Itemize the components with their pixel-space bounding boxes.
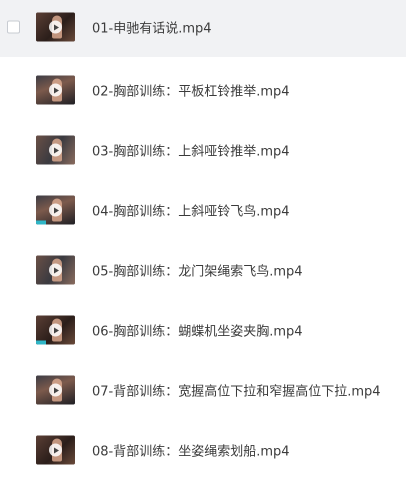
list-item[interactable]: 04-胸部训练：上斜哑铃飞鸟.mp4 — [0, 180, 406, 240]
file-name: 05-胸部训练：龙门架绳索飞鸟.mp4 — [92, 264, 303, 280]
video-thumbnail-icon — [36, 75, 75, 105]
video-thumbnail-icon — [36, 255, 75, 285]
file-name: 03-胸部训练：上斜哑铃推举.mp4 — [92, 144, 290, 160]
file-name: 08-背部训练：坐姿绳索划船.mp4 — [92, 444, 290, 460]
file-name: 02-胸部训练：平板杠铃推举.mp4 — [92, 84, 290, 100]
video-thumbnail-icon — [36, 435, 75, 465]
list-item[interactable]: 08-背部训练：坐姿绳索划船.mp4 — [0, 420, 406, 480]
video-thumbnail-icon — [36, 195, 75, 225]
list-item[interactable]: 05-胸部训练：龙门架绳索飞鸟.mp4 — [0, 240, 406, 300]
row-checkbox[interactable] — [7, 20, 20, 34]
file-name: 06-胸部训练：蝴蝶机坐姿夹胸.mp4 — [92, 324, 303, 340]
video-thumbnail-icon — [36, 315, 75, 345]
video-thumbnail-icon — [36, 135, 75, 165]
file-list: 01-申驰有话说.mp4 02-胸部训练：平板杠铃推举.mp4 03-胸部训练：… — [0, 0, 406, 466]
list-item[interactable]: 01-申驰有话说.mp4 — [0, 0, 406, 57]
video-thumbnail-icon — [36, 375, 75, 405]
list-item[interactable]: 06-胸部训练：蝴蝶机坐姿夹胸.mp4 — [0, 300, 406, 360]
list-item[interactable]: 02-胸部训练：平板杠铃推举.mp4 — [0, 60, 406, 120]
file-name: 04-胸部训练：上斜哑铃飞鸟.mp4 — [92, 204, 290, 220]
video-thumbnail-icon — [36, 12, 75, 42]
file-name: 07-背部训练：宽握高位下拉和窄握高位下拉.mp4 — [92, 384, 381, 400]
list-item[interactable]: 03-胸部训练：上斜哑铃推举.mp4 — [0, 120, 406, 180]
file-name: 01-申驰有话说.mp4 — [92, 21, 212, 37]
list-item[interactable]: 07-背部训练：宽握高位下拉和窄握高位下拉.mp4 — [0, 360, 406, 420]
